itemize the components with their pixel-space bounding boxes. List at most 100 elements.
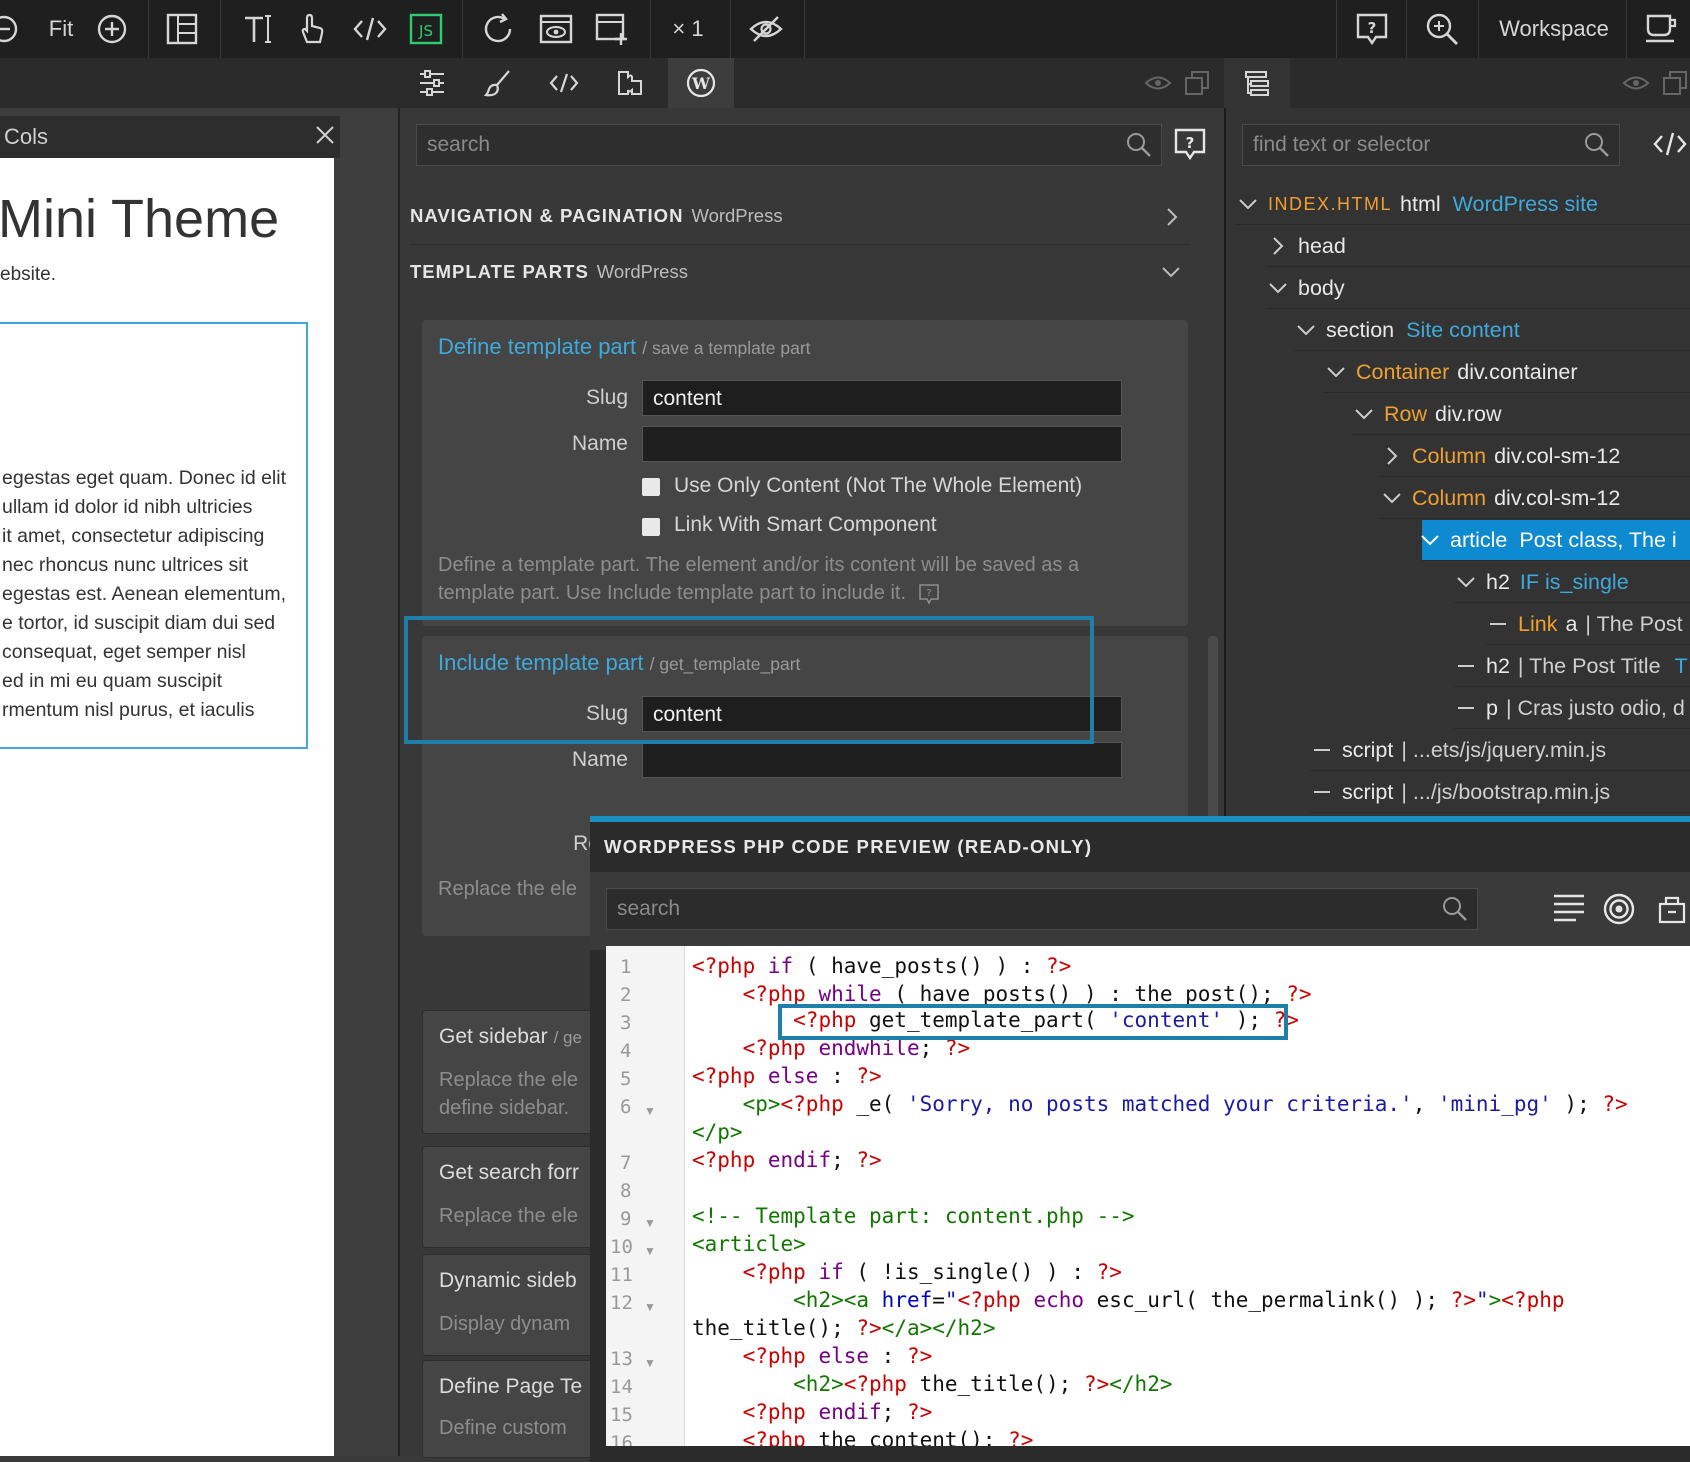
code-view-icon[interactable] <box>348 0 392 58</box>
fold-arrow-icon[interactable]: ▼ <box>644 1216 656 1230</box>
tree-visibility-eye-icon[interactable] <box>1620 58 1652 108</box>
actions-help-icon[interactable]: ? <box>1172 126 1208 162</box>
info-help-icon[interactable]: ? <box>918 583 940 605</box>
name-field[interactable] <box>642 426 1122 462</box>
include-name-field[interactable] <box>642 742 1122 778</box>
tree-node-body[interactable]: body <box>1266 268 1690 309</box>
properties-sliders-icon[interactable] <box>414 58 450 108</box>
node-text: | Cras justo odio, d <box>1505 695 1685 720</box>
chevron-down-icon[interactable] <box>1454 575 1478 589</box>
tree-node-column[interactable]: Column div.col-sm-12 <box>1380 436 1690 477</box>
tree-node-html[interactable]: INDEX.HTML html WordPress site <box>1236 184 1690 225</box>
code-line: <?php else : ?> <box>692 1064 882 1088</box>
tree-node-row[interactable]: Row div.row <box>1352 394 1690 435</box>
link-smart-component-checkbox[interactable] <box>642 518 660 536</box>
cup-icon[interactable] <box>1640 0 1684 58</box>
card-hint: / ge <box>553 1028 582 1047</box>
dash-icon <box>1310 790 1334 794</box>
tree-search[interactable]: find text or selector <box>1242 124 1620 166</box>
chevron-down-icon[interactable] <box>1352 407 1376 421</box>
zoom-level[interactable]: × 1 <box>664 0 712 58</box>
javascript-icon[interactable]: JS <box>404 0 448 58</box>
define-desc-line1: Define a template part. The element and/… <box>438 554 1080 576</box>
slug-field[interactable]: content <box>642 380 1122 416</box>
chevron-down-icon[interactable] <box>1236 197 1260 211</box>
chevron-down-icon[interactable] <box>1266 281 1290 295</box>
selected-article-box[interactable]: egestas eget quam. Donec id elit ullam i… <box>0 322 308 749</box>
svg-text:W: W <box>691 74 711 93</box>
chevron-down-icon[interactable] <box>1380 491 1404 505</box>
refresh-icon[interactable] <box>476 0 520 58</box>
node-label: Site content <box>1406 317 1520 342</box>
fold-arrow-icon[interactable]: ▼ <box>644 1104 656 1118</box>
card-hint: / save a template part <box>642 338 811 358</box>
node-name: Container <box>1356 359 1450 384</box>
text-tool-icon[interactable] <box>238 0 278 58</box>
wordpress-tab[interactable]: W <box>668 58 734 108</box>
actions-search[interactable]: search <box>416 124 1162 166</box>
tree-node-container[interactable]: Container div.container <box>1324 352 1690 393</box>
add-page-icon[interactable] <box>590 0 634 58</box>
hide-eye-icon[interactable] <box>744 0 788 58</box>
line-number: 2 <box>620 984 632 1006</box>
fit-button[interactable]: Fit <box>42 0 80 58</box>
tree-tab[interactable] <box>1224 58 1290 108</box>
code-line: <?php while ( have_posts() ) : the_post(… <box>742 982 1312 1006</box>
help-icon[interactable]: ? <box>1350 0 1394 58</box>
visibility-eye-icon[interactable] <box>1142 58 1174 108</box>
chevron-down-icon[interactable] <box>1324 365 1348 379</box>
grid-layout-icon[interactable] <box>160 0 204 58</box>
fold-arrow-icon[interactable]: ▼ <box>644 1300 656 1314</box>
card-desc: Replace the ele <box>439 1205 578 1227</box>
code-search-placeholder: search <box>617 897 681 920</box>
wrap-lines-icon[interactable] <box>1552 892 1586 924</box>
code-editor[interactable]: 1 2 3 4 5 6 7 8 9 10 11 12 13 14 15 16 ▼… <box>606 946 1690 1446</box>
code-line: <h2><?php the_title(); ?></h2> <box>793 1372 1173 1396</box>
tree-node-section[interactable]: section Site content <box>1294 310 1690 351</box>
code-tab-icon[interactable] <box>546 58 582 108</box>
zoom-in-icon[interactable] <box>92 0 132 58</box>
use-only-content-label: Use Only Content (Not The Whole Element) <box>674 474 1083 497</box>
chevron-down-icon[interactable] <box>1418 533 1442 547</box>
section-template-parts[interactable]: TEMPLATE PARTS WordPress <box>410 244 1190 300</box>
tree-node-column[interactable]: Column div.col-sm-12 <box>1380 478 1690 519</box>
tree-node-head[interactable]: head <box>1266 226 1690 267</box>
tree-node-h2[interactable]: h2 IF is_single <box>1454 562 1690 603</box>
tree-node-h2-title[interactable]: h2 | The Post Title T <box>1454 646 1690 687</box>
style-brush-icon[interactable] <box>480 58 516 108</box>
chevron-down-icon[interactable] <box>1294 323 1318 337</box>
interaction-hand-icon[interactable] <box>292 0 332 58</box>
code-selector-icon[interactable] <box>1652 130 1688 158</box>
chevron-right-icon[interactable] <box>1266 235 1290 257</box>
line-number: 7 <box>620 1152 632 1174</box>
line-number: 3 <box>620 1012 632 1034</box>
tree-node-script[interactable]: script | .../js/bootstrap.min.js <box>1310 772 1690 813</box>
export-icon[interactable] <box>1656 892 1690 926</box>
tree-detach-icon[interactable] <box>1660 58 1690 108</box>
section-navigation-pagination[interactable]: NAVIGATION & PAGINATION WordPress <box>410 188 1190 245</box>
tree-node-p[interactable]: p | Cras justo odio, d <box>1454 688 1690 729</box>
workspace-menu[interactable]: Workspace <box>1494 0 1614 58</box>
code-line: <?php if ( have_posts() ) : ?> <box>692 954 1072 978</box>
close-icon[interactable] <box>314 124 336 146</box>
fold-arrow-icon[interactable]: ▼ <box>644 1244 656 1258</box>
tree-node-link[interactable]: Link a | The Post <box>1486 604 1690 645</box>
tree-node-script[interactable]: script | ...ets/js/jquery.min.js <box>1310 730 1690 771</box>
zoom-out-icon[interactable] <box>0 0 22 58</box>
code-search[interactable]: search <box>606 888 1478 930</box>
search-zoom-icon[interactable] <box>1420 0 1464 58</box>
svg-text:?: ? <box>926 588 931 599</box>
tree-structure-icon <box>1242 58 1272 108</box>
detach-panel-icon[interactable] <box>1182 58 1212 108</box>
use-only-content-checkbox[interactable] <box>642 478 660 496</box>
fold-arrow-icon[interactable]: ▼ <box>644 1356 656 1370</box>
line-gutter: 1 2 3 4 5 6 7 8 9 10 11 12 13 14 15 16 ▼… <box>606 946 685 1446</box>
tree-node-article-selected[interactable]: article Post class, The i <box>1421 520 1690 561</box>
wordpress-icon: W <box>683 58 719 108</box>
paragraph-line: consequat, eget semper nisl <box>2 641 246 663</box>
target-icon[interactable] <box>1602 892 1636 926</box>
components-icon[interactable] <box>612 58 648 108</box>
chevron-right-icon[interactable] <box>1380 445 1404 467</box>
line-number: 15 <box>610 1404 633 1426</box>
preview-icon[interactable] <box>534 0 578 58</box>
